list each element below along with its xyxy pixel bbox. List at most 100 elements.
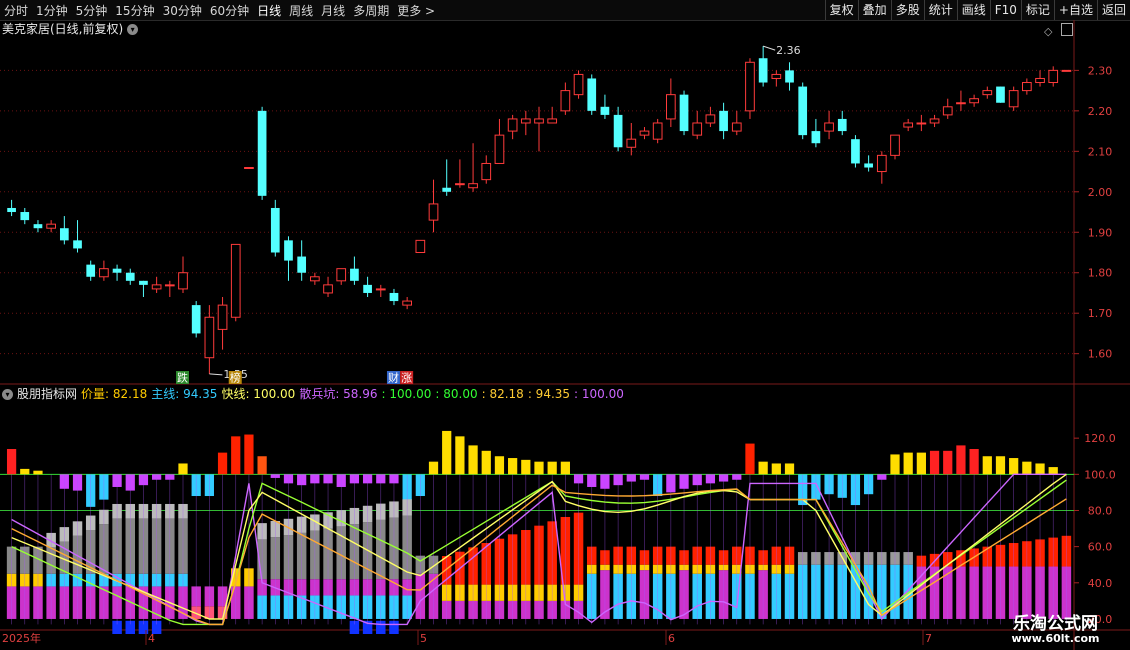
- candle-body: [771, 73, 782, 79]
- candle-body: [350, 268, 359, 281]
- ind-scale-label: 80.0: [1088, 504, 1113, 517]
- candle-body: [507, 118, 518, 132]
- candle-body: [811, 131, 821, 144]
- event-marker-label: 财: [388, 371, 399, 385]
- candle-body: [613, 114, 623, 148]
- indicator-top-bar: [20, 468, 30, 475]
- candle-body: [956, 102, 966, 105]
- event-marker-label: 跌: [177, 371, 188, 385]
- price-label: 2.20: [1088, 105, 1113, 118]
- watermark-url: www.60lt.com: [1011, 632, 1100, 645]
- candle-body: [798, 86, 808, 136]
- indicator-name: 股朋指标网: [17, 387, 78, 401]
- indicator-top-bar: [6, 449, 17, 475]
- indicator-top-bar: [1048, 467, 1058, 475]
- candle-body: [547, 118, 558, 124]
- indicator-top-bar: [33, 470, 43, 475]
- candle-body: [415, 239, 426, 253]
- indicator-top-bar: [929, 450, 940, 475]
- candle-body: [204, 316, 215, 359]
- candle-body: [20, 212, 30, 221]
- candle-body: [705, 114, 716, 124]
- event-marker-label: 涨: [401, 372, 412, 385]
- candle-body: [323, 284, 333, 294]
- indicator-top-bar: [1022, 461, 1032, 475]
- candle-body: [573, 73, 584, 96]
- candle-body: [112, 268, 122, 273]
- candle-body: [7, 207, 16, 213]
- candle-body: [534, 118, 544, 124]
- candle-body: [402, 300, 412, 306]
- indicator-top-bar: [956, 445, 966, 475]
- chevron-down-icon[interactable]: ▾: [2, 388, 13, 400]
- indicator-top-bar: [758, 461, 768, 475]
- high-label: 2.36: [776, 44, 801, 57]
- indicator-top-bar: [982, 456, 992, 475]
- candle-body: [363, 284, 372, 293]
- price-label: 1.90: [1088, 226, 1113, 239]
- date-label: 2025年: [2, 631, 41, 645]
- legend-extra-3: : 94.35: [527, 387, 571, 401]
- price-label: 2.00: [1088, 186, 1113, 199]
- candle-body: [864, 163, 873, 168]
- indicator-top-bar: [560, 461, 570, 475]
- ind-scale-label: 60.0: [1088, 541, 1113, 554]
- price-label: 2.30: [1088, 64, 1113, 77]
- candle-body: [428, 203, 439, 221]
- candle-body: [942, 106, 953, 116]
- candle-body: [178, 272, 188, 290]
- high-pointer: [762, 45, 776, 51]
- indicator-top-bar: [995, 456, 1006, 475]
- event-marker-label: 榜: [230, 371, 241, 385]
- candle-body: [785, 70, 794, 83]
- candle-body: [494, 134, 505, 164]
- price-label: 1.80: [1088, 267, 1113, 280]
- candle-body: [851, 139, 860, 164]
- indicator-top-bar: [231, 436, 241, 475]
- watermark-logo: 乐淘公式网: [1013, 614, 1098, 634]
- indicator-top-bar: [178, 463, 188, 475]
- indicator-top-bar: [521, 459, 531, 475]
- legend-item-2: 快线: 100.00: [221, 387, 296, 401]
- indicator-top-bar: [771, 463, 781, 475]
- candle-body: [1048, 69, 1059, 84]
- indicator-top-bar: [508, 458, 518, 475]
- indicator-top-bar: [969, 449, 979, 475]
- indicator-top-bar: [442, 430, 452, 475]
- legend-extra-0: : 100.00: [381, 387, 432, 401]
- candle-body: [59, 228, 69, 241]
- ind-scale-label: 100.0: [1084, 468, 1116, 481]
- candle-body: [600, 106, 610, 115]
- low-pointer: [209, 373, 223, 376]
- indicator-top-bar: [468, 445, 478, 475]
- candle-body: [679, 94, 689, 132]
- legend-extra-1: : 80.00: [435, 387, 478, 401]
- candle-body: [666, 94, 676, 120]
- candle-body: [560, 90, 571, 112]
- candle-body: [758, 58, 768, 83]
- date-label: 6: [668, 632, 675, 645]
- candle-body: [164, 284, 175, 287]
- candle-body: [46, 223, 56, 229]
- candle-body: [1035, 77, 1045, 84]
- price-label: 1.60: [1088, 348, 1113, 361]
- candle-body: [284, 240, 293, 261]
- candle-body: [824, 122, 834, 132]
- candle-body: [33, 224, 43, 229]
- candle-body: [244, 167, 254, 170]
- candle-body: [982, 90, 993, 96]
- date-label: 5: [420, 632, 427, 645]
- indicator-top-bar: [455, 436, 465, 475]
- legend-item-3: 散兵坑: 58.96: [299, 387, 378, 401]
- indicator-top-bar: [916, 452, 926, 475]
- candle-body: [99, 268, 109, 278]
- candle-body: [890, 134, 900, 156]
- candle-body: [692, 122, 703, 136]
- candle-body: [468, 183, 478, 189]
- candle-body: [151, 284, 162, 290]
- indicator-top-bar: [244, 434, 254, 475]
- price-label: 1.70: [1088, 307, 1113, 320]
- candle-body: [837, 118, 847, 132]
- candle-body: [587, 78, 597, 111]
- candle-body: [745, 61, 755, 112]
